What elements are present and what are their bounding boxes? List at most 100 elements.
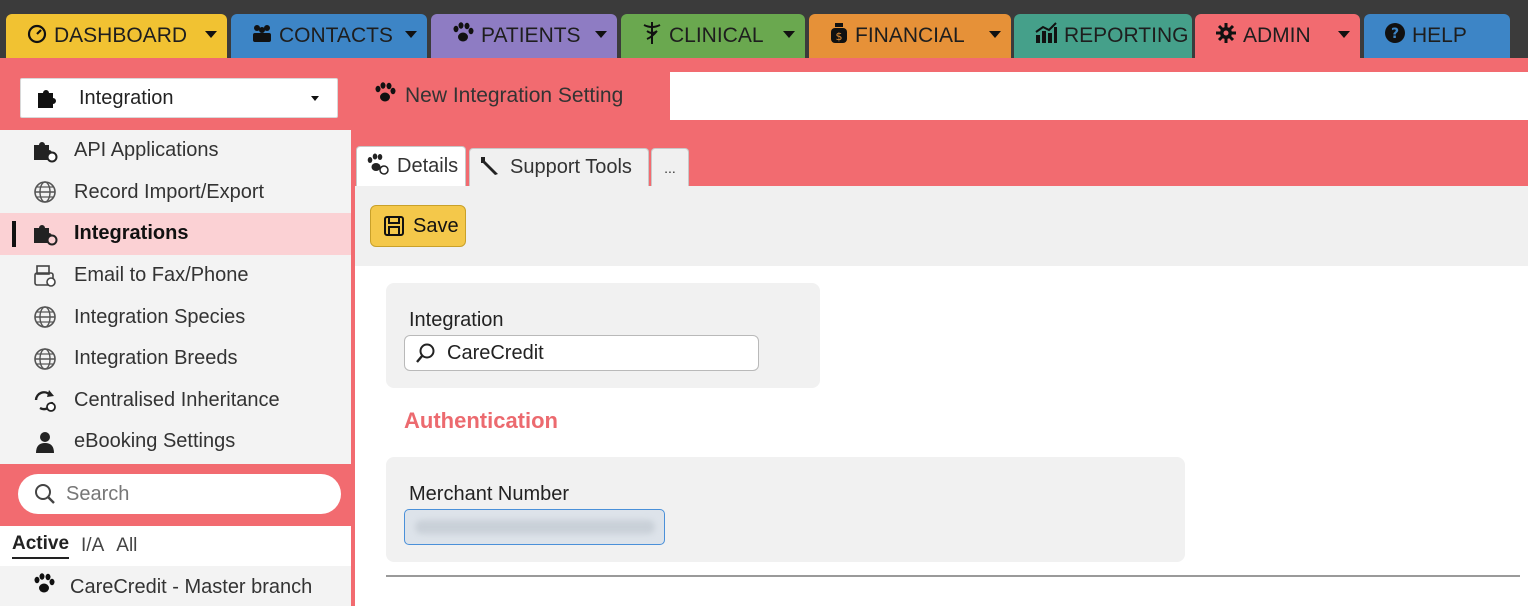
- question-icon: ?: [1384, 22, 1406, 50]
- save-button[interactable]: Save: [370, 205, 466, 247]
- tab-clinical[interactable]: CLINICAL: [621, 14, 805, 58]
- tab-contacts[interactable]: CONTACTS: [231, 14, 427, 58]
- tab-label: FINANCIAL: [855, 24, 965, 47]
- toolbar: [355, 186, 1528, 266]
- filter-inactive[interactable]: I/A: [81, 535, 104, 557]
- chevron-down-icon: [311, 96, 319, 101]
- doc-tab-strip: [670, 72, 1528, 120]
- sidebar: Integration API Applications Record Impo…: [0, 66, 351, 606]
- sidebar-item-label: Integration Breeds: [74, 347, 238, 370]
- gear-icon: [1215, 22, 1237, 50]
- tab-help[interactable]: ? HELP: [1364, 14, 1510, 58]
- redacted-value: [415, 520, 655, 534]
- filter-active[interactable]: Active: [12, 533, 70, 559]
- save-icon: [384, 216, 404, 236]
- chevron-down-icon[interactable]: [595, 31, 607, 38]
- sidebar-item-api-applications[interactable]: API Applications: [0, 130, 351, 172]
- gauge-icon: [26, 22, 48, 50]
- doc-tab-new-integration-setting[interactable]: New Integration Setting: [357, 72, 670, 120]
- tab-reporting[interactable]: REPORTING: [1014, 14, 1192, 58]
- caduceus-icon: [641, 21, 663, 51]
- merchant-number-field[interactable]: [404, 509, 665, 545]
- sidebar-item-centralised-inheritance[interactable]: Centralised Inheritance: [0, 380, 351, 422]
- sidebar-item-integration-breeds[interactable]: Integration Breeds: [0, 338, 351, 380]
- sidebar-item-record-import-export[interactable]: Record Import/Export: [0, 172, 351, 214]
- tab-label: CLINICAL: [669, 24, 764, 47]
- sync-icon: [32, 387, 58, 413]
- sidebar-item-label: API Applications: [74, 139, 219, 162]
- integration-lookup[interactable]: CareCredit: [404, 335, 759, 371]
- tab-label: DASHBOARD: [54, 24, 188, 47]
- people-icon: [251, 23, 273, 49]
- tab-label: Support Tools: [510, 156, 632, 178]
- tab-support-tools[interactable]: Support Tools: [469, 148, 649, 186]
- sidebar-item-label: Integration Species: [74, 305, 246, 328]
- nav-accent-strip: [0, 58, 1528, 66]
- tab-dashboard[interactable]: DASHBOARD: [6, 14, 227, 58]
- search-icon: [416, 343, 435, 363]
- integration-value: CareCredit: [447, 341, 544, 364]
- doc-tab-label: New Integration Setting: [405, 84, 624, 107]
- module-select-value: Integration: [79, 86, 174, 109]
- divider-line: [386, 575, 1520, 577]
- svg-text:$: $: [836, 30, 843, 43]
- wrench-icon: [478, 154, 502, 181]
- merchant-number-label: Merchant Number: [409, 483, 570, 505]
- svg-text:?: ?: [1391, 26, 1399, 42]
- tab-admin[interactable]: ADMIN: [1195, 14, 1360, 58]
- tab-label: ADMIN: [1243, 24, 1311, 47]
- tab-label: PATIENTS: [481, 24, 581, 47]
- sidebar-item-email-to-fax-phone[interactable]: Email to Fax/Phone: [0, 255, 351, 297]
- sidebar-item-integrations[interactable]: Integrations: [0, 213, 351, 255]
- user-icon: [32, 429, 58, 455]
- sidebar-menu: API Applications Record Import/Export In…: [0, 130, 351, 463]
- chevron-down-icon[interactable]: [1338, 31, 1350, 38]
- sidebar-item-integration-species[interactable]: Integration Species: [0, 296, 351, 338]
- globe-icon: [32, 346, 58, 372]
- status-filter: Active I/A All: [0, 526, 351, 566]
- integration-label: Integration: [409, 309, 504, 331]
- sidebar-search-bar: Search: [0, 464, 351, 526]
- tab-details[interactable]: Details: [356, 146, 466, 186]
- filter-all[interactable]: All: [116, 535, 137, 557]
- tab-label: CONTACTS: [279, 24, 393, 47]
- tab-label: ...: [664, 159, 676, 176]
- paw-icon: [365, 153, 389, 180]
- chevron-down-icon[interactable]: [205, 31, 217, 38]
- paw-icon: [451, 22, 475, 50]
- search-input[interactable]: Search: [18, 474, 341, 514]
- tab-label: REPORTING: [1064, 24, 1189, 47]
- globe-icon: [32, 304, 58, 330]
- sidebar-item-label: Centralised Inheritance: [74, 388, 280, 411]
- sidebar-item-ebooking-settings[interactable]: eBooking Settings: [0, 421, 351, 463]
- paw-icon: [373, 82, 397, 110]
- list-item[interactable]: CareCredit - Master branch: [0, 568, 351, 606]
- tab-label: HELP: [1412, 24, 1467, 47]
- sidebar-item-label: Record Import/Export: [74, 180, 265, 203]
- list-item-label: CareCredit - Master branch: [70, 575, 313, 598]
- search-placeholder: Search: [66, 482, 130, 505]
- globe-icon: [32, 179, 58, 205]
- paw-icon: [32, 573, 56, 601]
- tab-patients[interactable]: PATIENTS: [431, 14, 617, 58]
- chart-icon: [1034, 22, 1058, 50]
- puzzle-icon: [38, 90, 56, 108]
- fax-icon: [32, 263, 58, 289]
- section-title-authentication: Authentication: [404, 408, 558, 433]
- tab-more[interactable]: ...: [651, 148, 689, 186]
- puzzle-gear-icon: [32, 221, 58, 247]
- money-bag-icon: $: [829, 22, 849, 50]
- module-select[interactable]: Integration: [20, 78, 338, 118]
- sidebar-item-label: eBooking Settings: [74, 430, 236, 453]
- chevron-down-icon[interactable]: [405, 31, 417, 38]
- tab-label: Details: [397, 155, 459, 177]
- tab-financial[interactable]: $ FINANCIAL: [809, 14, 1011, 58]
- sidebar-item-label: Email to Fax/Phone: [74, 264, 249, 287]
- puzzle-gear-icon: [32, 138, 58, 164]
- sidebar-header: Integration: [0, 66, 351, 130]
- search-icon: [35, 484, 55, 504]
- sidebar-item-label: Integrations: [74, 222, 189, 245]
- chevron-down-icon[interactable]: [783, 31, 795, 38]
- chevron-down-icon[interactable]: [989, 31, 1001, 38]
- save-label: Save: [413, 214, 459, 237]
